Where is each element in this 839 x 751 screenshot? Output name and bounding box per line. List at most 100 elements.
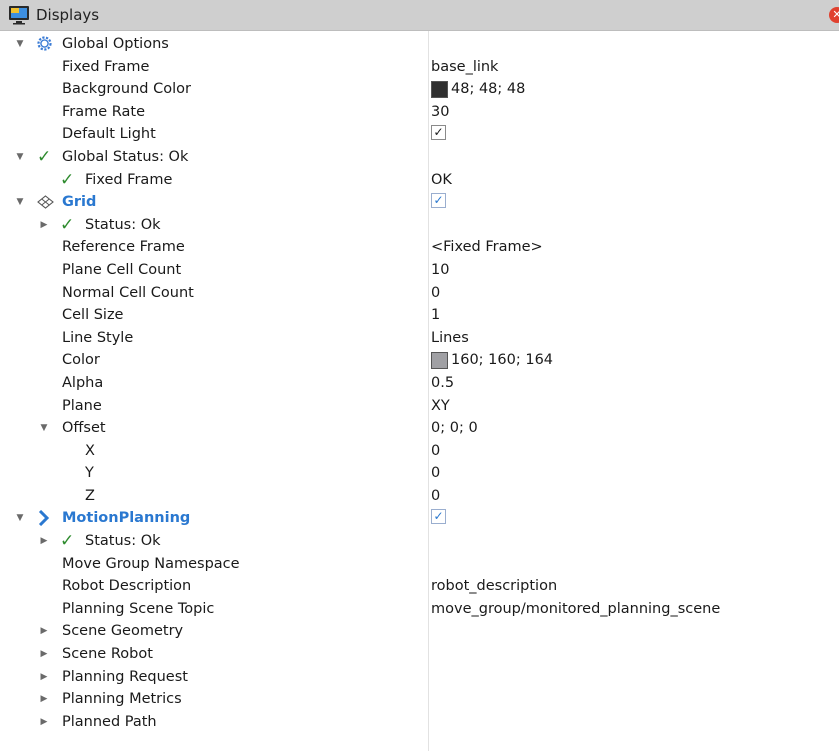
panel-title-bar: Displays ✕ (0, 0, 839, 31)
monitor-icon (8, 5, 30, 25)
tree-row-planned-path[interactable]: ▶ Planned Path (0, 711, 839, 734)
grid-color-picker[interactable]: 160; 160; 164 (431, 349, 553, 372)
property-label: Y (85, 465, 94, 482)
cell-size-input[interactable]: 1 (431, 304, 440, 327)
property-row-color[interactable]: Color 160; 160; 164 (0, 349, 839, 372)
chevron-down-icon[interactable]: ▼ (15, 507, 25, 530)
tree-row-scene-geometry[interactable]: ▶ Scene Geometry (0, 620, 839, 643)
plane-cell-count-input[interactable]: 10 (431, 259, 449, 282)
property-row-line-style[interactable]: Line Style Lines (0, 327, 839, 350)
chevron-right-icon[interactable]: ▶ (39, 711, 49, 734)
chevron-right-icon[interactable]: ▶ (39, 666, 49, 689)
property-value: 0 (431, 465, 441, 482)
property-row-plane[interactable]: Plane XY (0, 395, 839, 418)
plane-select[interactable]: XY (431, 395, 450, 418)
property-label: Z (85, 487, 95, 504)
property-row-normal-cell-count[interactable]: Normal Cell Count 0 (0, 282, 839, 305)
property-row-reference-frame[interactable]: Reference Frame <Fixed Frame> (0, 236, 839, 259)
check-icon: ✓ (60, 531, 75, 552)
chevron-right-icon[interactable]: ▶ (39, 214, 49, 237)
close-icon[interactable]: ✕ (829, 7, 839, 23)
property-row-offset-y[interactable]: Y 0 (0, 462, 839, 485)
tree-label: Scene Geometry (62, 623, 184, 640)
property-row-default-light[interactable]: Default Light ✓ (0, 123, 839, 146)
display-name-grid: Grid (62, 194, 97, 211)
tree-label: Planning Metrics (62, 691, 182, 708)
chevron-down-icon[interactable]: ▼ (15, 191, 25, 214)
tree-row-planning-request[interactable]: ▶ Planning Request (0, 666, 839, 689)
property-value: 0.5 (431, 374, 455, 391)
property-row-planning-scene-topic[interactable]: Planning Scene Topic move_group/monitore… (0, 598, 839, 621)
chevron-down-icon[interactable]: ▼ (15, 146, 25, 169)
offset-z-input[interactable]: 0 (431, 485, 440, 508)
property-row-fixed-frame[interactable]: Fixed Frame base_link (0, 56, 839, 79)
property-label: Default Light (62, 126, 156, 143)
property-row-frame-rate[interactable]: Frame Rate 30 (0, 101, 839, 124)
property-label: Alpha (62, 374, 104, 391)
tree-row-motion-planning[interactable]: ▼ MotionPlanning ✓ (0, 507, 839, 530)
chevron-right-icon[interactable]: ▶ (39, 688, 49, 711)
grid-enabled-checkbox[interactable]: ✓ (431, 193, 446, 209)
property-label: Background Color (62, 81, 191, 98)
background-color-picker[interactable]: 48; 48; 48 (431, 78, 525, 101)
property-row-background-color[interactable]: Background Color 48; 48; 48 (0, 78, 839, 101)
property-label: Cell Size (62, 307, 124, 324)
chevron-right-icon[interactable]: ▶ (39, 643, 49, 666)
chevron-down-icon[interactable]: ▼ (15, 33, 25, 56)
color-swatch[interactable] (431, 80, 448, 98)
property-row-plane-cell-count[interactable]: Plane Cell Count 10 (0, 259, 839, 282)
offset-x-input[interactable]: 0 (431, 440, 440, 463)
tree-row-grid[interactable]: ▼ Grid ✓ (0, 191, 839, 214)
alpha-input[interactable]: 0.5 (431, 372, 454, 395)
property-tree: ▼ Global Options Fixed Frame base_link B… (0, 33, 839, 733)
property-row-robot-description[interactable]: Robot Description robot_description (0, 575, 839, 598)
property-label: Plane Cell Count (62, 261, 182, 278)
tree-row-planning-metrics[interactable]: ▶ Planning Metrics (0, 688, 839, 711)
robot-description-input[interactable]: robot_description (431, 575, 557, 598)
property-value: 160; 160; 164 (451, 352, 554, 369)
panel-title: Displays (36, 6, 100, 24)
property-value: Lines (431, 329, 469, 346)
tree-row-global-status[interactable]: ▼ ✓ Global Status: Ok (0, 146, 839, 169)
normal-cell-count-input[interactable]: 0 (431, 282, 440, 305)
property-label: Planning Scene Topic (62, 600, 215, 617)
tree-row-grid-status[interactable]: ▶ ✓ Status: Ok (0, 214, 839, 237)
chevron-right-icon[interactable]: ▶ (39, 620, 49, 643)
offset-input[interactable]: 0; 0; 0 (431, 417, 478, 440)
tree-label: Planning Request (62, 668, 188, 685)
line-style-select[interactable]: Lines (431, 327, 469, 350)
property-label: Line Style (62, 329, 134, 346)
tree-label: Status: Ok (85, 533, 161, 550)
tree-row-offset[interactable]: ▼ Offset 0; 0; 0 (0, 417, 839, 440)
fixed-frame-input[interactable]: base_link (431, 56, 498, 79)
tree-label: Status: Ok (85, 216, 161, 233)
property-value: move_group/monitored_planning_scene (431, 600, 721, 617)
tree-label: Planned Path (62, 713, 157, 730)
default-light-checkbox[interactable]: ✓ (431, 125, 446, 141)
property-row-offset-z[interactable]: Z 0 (0, 485, 839, 508)
tree-row-motion-planning-status[interactable]: ▶ ✓ Status: Ok (0, 530, 839, 553)
reference-frame-select[interactable]: <Fixed Frame> (431, 236, 543, 259)
property-label: Plane (62, 397, 102, 414)
chevron-down-icon[interactable]: ▼ (39, 417, 49, 440)
chevron-right-icon[interactable]: ▶ (39, 530, 49, 553)
planning-scene-topic-select[interactable]: move_group/monitored_planning_scene (431, 598, 720, 621)
property-row-move-group-namespace[interactable]: Move Group Namespace (0, 553, 839, 576)
property-value: base_link (431, 58, 499, 75)
property-value: robot_description (431, 578, 558, 595)
property-value: 0 (431, 487, 441, 504)
frame-rate-input[interactable]: 30 (431, 101, 449, 124)
property-label: Move Group Namespace (62, 555, 240, 572)
tree-row-scene-robot[interactable]: ▶ Scene Robot (0, 643, 839, 666)
offset-y-input[interactable]: 0 (431, 462, 440, 485)
status-row-fixed-frame[interactable]: ✓ Fixed Frame OK (0, 169, 839, 192)
color-swatch[interactable] (431, 352, 448, 370)
property-row-alpha[interactable]: Alpha 0.5 (0, 372, 839, 395)
tree-row-global-options[interactable]: ▼ Global Options (0, 33, 839, 56)
property-label: Frame Rate (62, 103, 146, 120)
property-row-offset-x[interactable]: X 0 (0, 440, 839, 463)
property-row-cell-size[interactable]: Cell Size 1 (0, 304, 839, 327)
motion-planning-enabled-checkbox[interactable]: ✓ (431, 509, 446, 525)
status-value: OK (431, 171, 452, 188)
property-label: X (85, 442, 95, 459)
